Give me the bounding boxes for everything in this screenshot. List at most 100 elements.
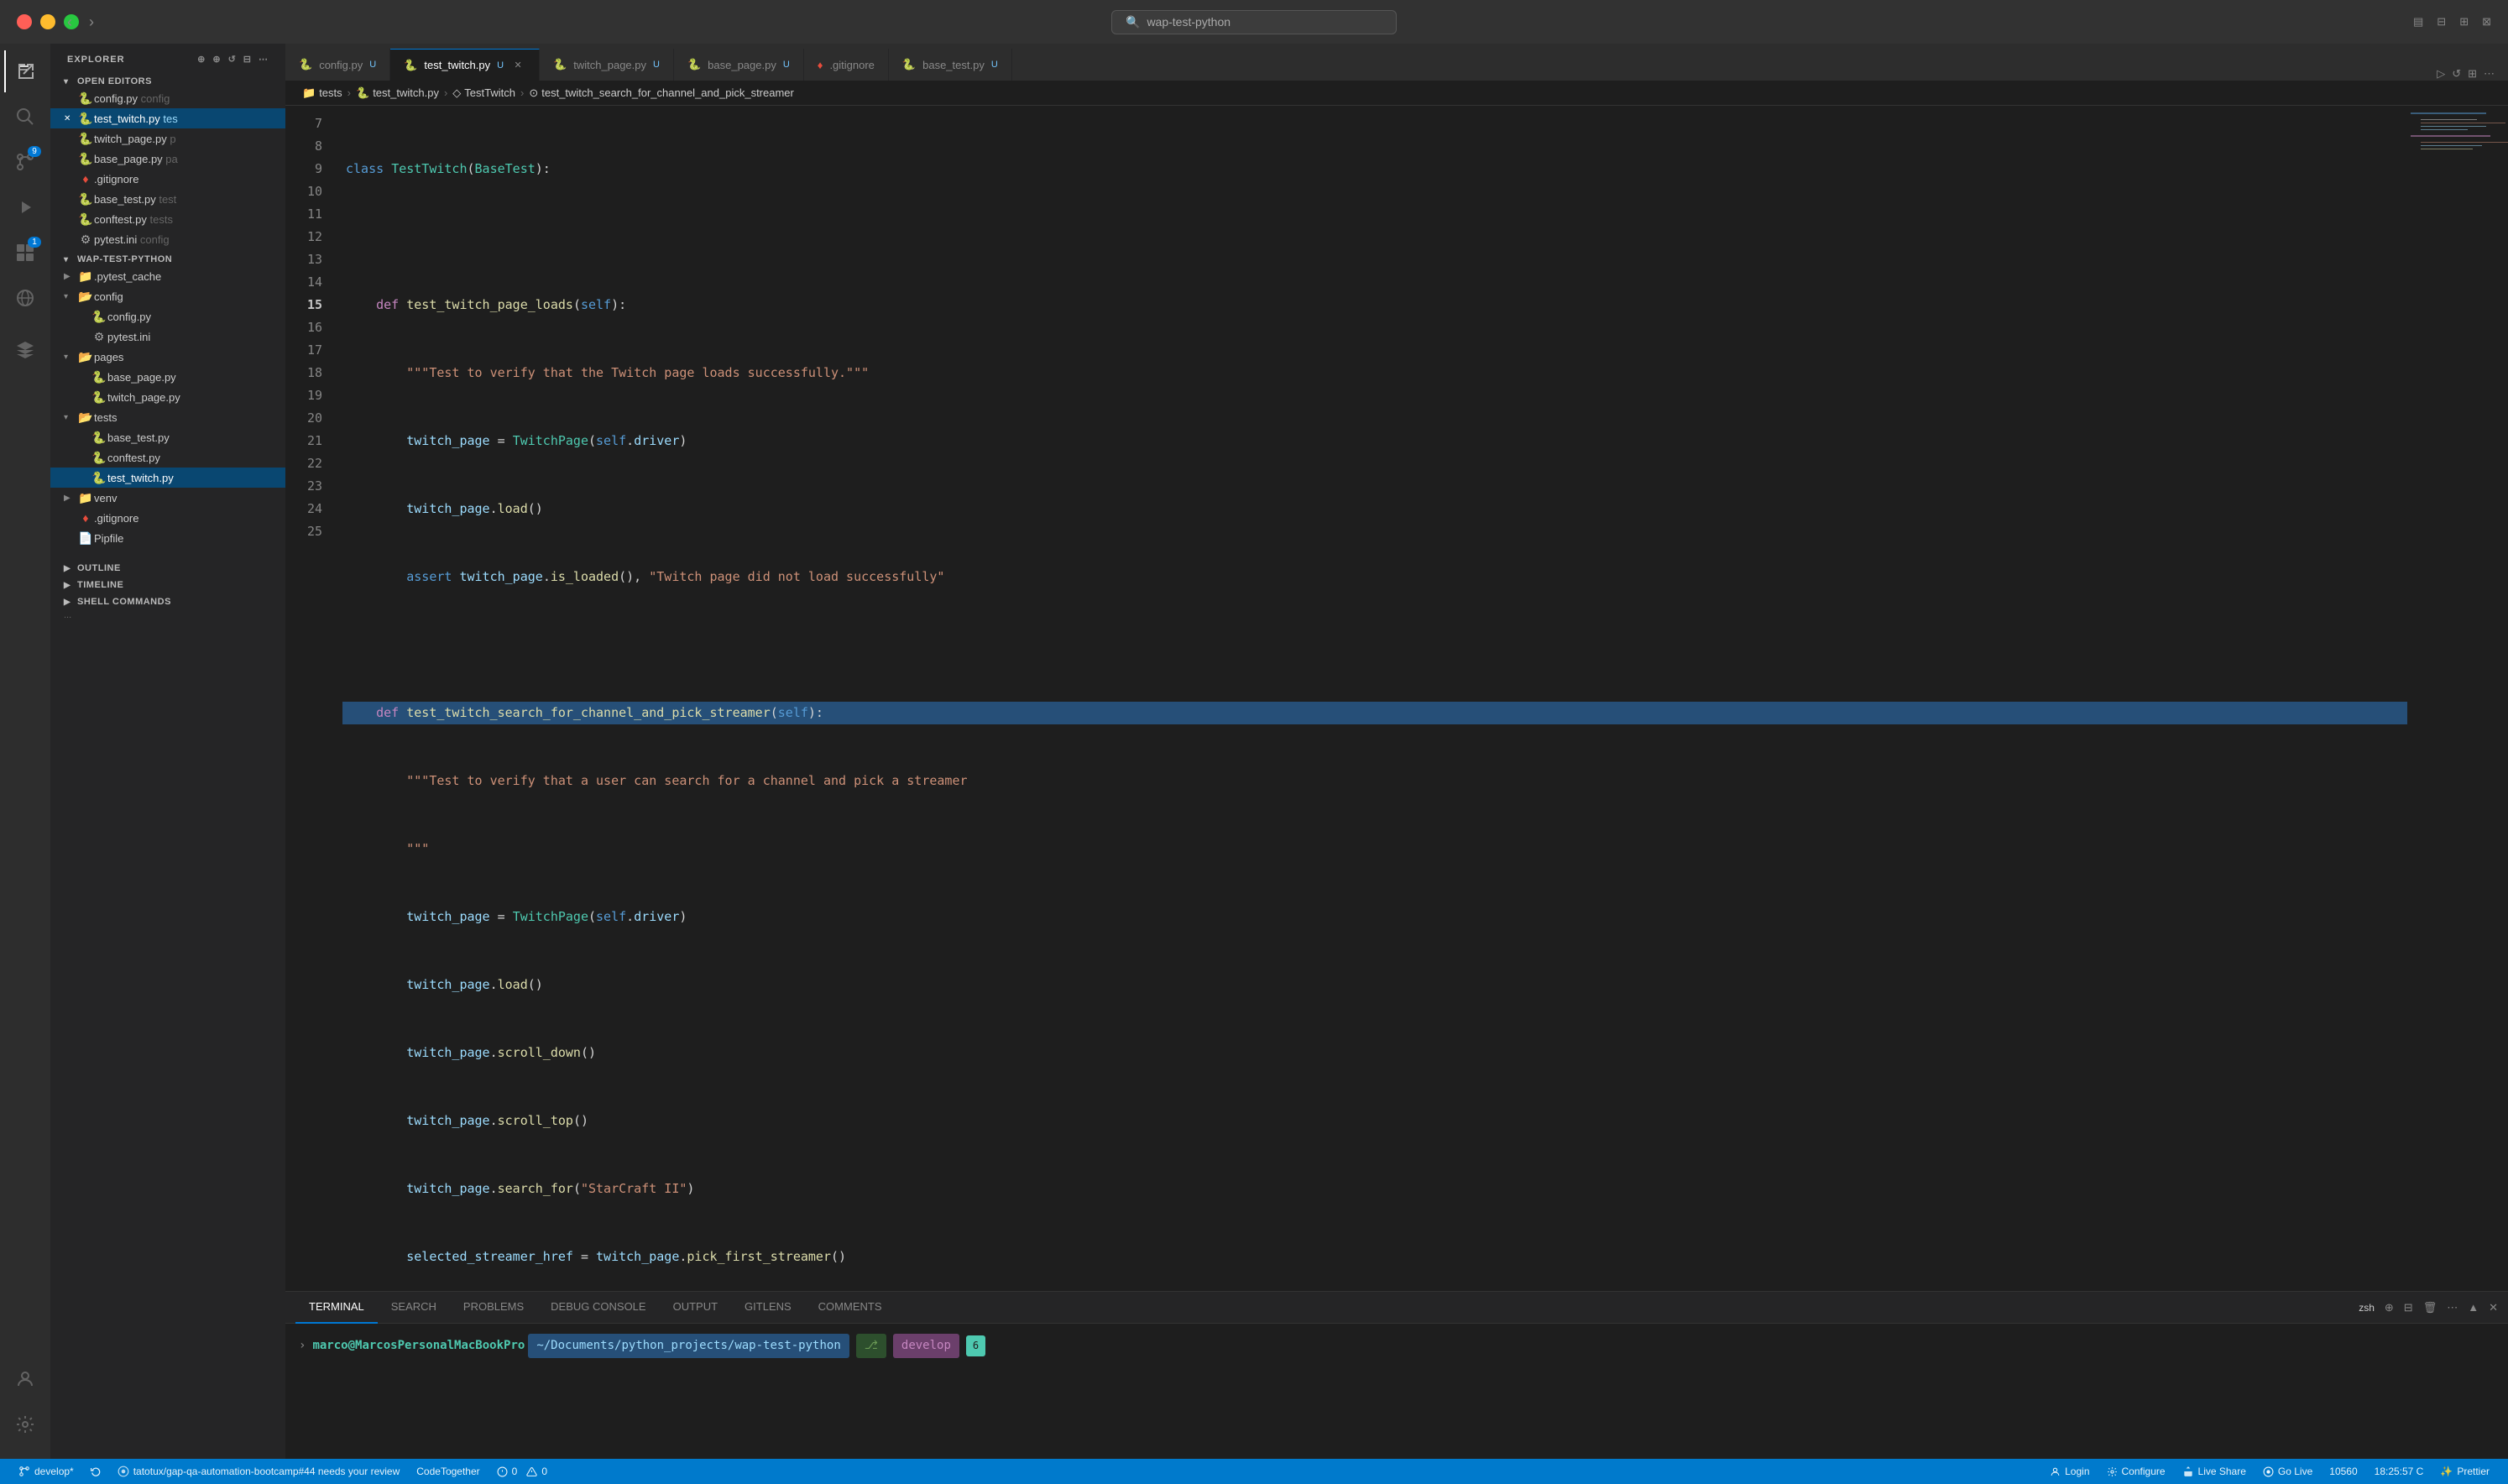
panel-tab-terminal[interactable]: TERMINAL xyxy=(295,1292,378,1324)
terminal-content[interactable]: › marco@MarcosPersonalMacBookPro ~/Docum… xyxy=(285,1330,2508,1361)
panel-tab-output[interactable]: OUTPUT xyxy=(660,1292,731,1324)
titlebar-actions[interactable]: ▤ ⊟ ⊞ ⊠ xyxy=(2413,15,2491,29)
root-section[interactable]: ▾ WAP-TEST-PYTHON xyxy=(50,249,285,266)
editor-actions[interactable]: ▷ ↺ ⊞ ⋯ xyxy=(2437,67,2508,81)
activity-icon-extensions[interactable]: 1 xyxy=(4,232,46,274)
breadcrumb-class[interactable]: ◇ TestTwitch xyxy=(452,86,515,100)
terminal-branch: develop xyxy=(893,1334,959,1358)
activity-icon-account[interactable] xyxy=(4,1358,46,1400)
open-editor-config[interactable]: 🐍 config.py config xyxy=(50,88,285,108)
open-editor-twitch-page[interactable]: 🐍 twitch_page.py p xyxy=(50,128,285,149)
open-editors-section[interactable]: ▾ OPEN EDITORS xyxy=(50,71,285,88)
breadcrumb-file[interactable]: 🐍 test_twitch.py xyxy=(356,86,439,100)
kill-terminal-icon[interactable]: 🗑 xyxy=(2423,1301,2437,1314)
tab-close-button[interactable]: ✕ xyxy=(510,58,525,73)
tree-test-twitch-py[interactable]: 🐍 test_twitch.py xyxy=(50,468,285,488)
status-sync[interactable] xyxy=(82,1466,109,1476)
timeline-section[interactable]: ▶ TIMELINE xyxy=(50,575,285,592)
open-editor-pytest[interactable]: ⚙ pytest.ini config xyxy=(50,229,285,249)
activity-icon-settings[interactable] xyxy=(4,1403,46,1445)
status-live-share[interactable]: Live Share xyxy=(2174,1466,2255,1477)
more-actions-icon[interactable]: ⋯ xyxy=(2484,67,2495,81)
tree-base-page-py[interactable]: 🐍 base_page.py xyxy=(50,367,285,387)
activity-icon-run[interactable] xyxy=(4,186,46,228)
more-icon[interactable]: ⋯ xyxy=(259,54,269,65)
activity-icon-explorer[interactable] xyxy=(4,50,46,92)
outline-section[interactable]: ▶ OUTLINE xyxy=(50,558,285,575)
layout-icon-4[interactable]: ⊠ xyxy=(2482,15,2491,29)
titlebar-search[interactable]: 🔍 wap-test-python xyxy=(1111,10,1397,34)
status-errors[interactable]: 0 0 xyxy=(489,1466,556,1477)
tab-config[interactable]: 🐍 config.py U xyxy=(285,49,390,81)
tree-pipfile[interactable]: 📄 Pipfile xyxy=(50,528,285,548)
panel-tab-gitlens[interactable]: GITLENS xyxy=(731,1292,805,1324)
status-branch[interactable]: develop* xyxy=(10,1466,82,1477)
panel-tab-debug[interactable]: DEBUG CONSOLE xyxy=(537,1292,659,1324)
layout-icon-3[interactable]: ⊞ xyxy=(2459,15,2469,29)
repo-label: tatotux/gap-qa-automation-bootcamp#44 ne… xyxy=(133,1466,400,1477)
close-panel-icon[interactable]: ✕ xyxy=(2489,1301,2498,1314)
tab-twitch-page[interactable]: 🐍 twitch_page.py U xyxy=(540,49,674,81)
open-editor-test-twitch[interactable]: ✕ 🐍 test_twitch.py tes xyxy=(50,108,285,128)
go-live-label: Go Live xyxy=(2278,1466,2312,1477)
breadcrumb-method[interactable]: ⊙ test_twitch_search_for_channel_and_pic… xyxy=(529,86,794,100)
panel-tab-search[interactable]: SEARCH xyxy=(378,1292,450,1324)
tab-base-page[interactable]: 🐍 base_page.py U xyxy=(674,49,804,81)
activity-icon-source-control[interactable]: 9 xyxy=(4,141,46,183)
tab-test-twitch[interactable]: 🐍 test_twitch.py U ✕ xyxy=(390,49,540,81)
tree-venv-folder[interactable]: ▶ 📁 venv xyxy=(50,488,285,508)
open-editor-base-test[interactable]: 🐍 base_test.py test xyxy=(50,189,285,209)
back-arrow[interactable]: ‹ xyxy=(67,13,72,31)
status-login[interactable]: Login xyxy=(2041,1466,2098,1477)
open-editor-base-page[interactable]: 🐍 base_page.py pa xyxy=(50,149,285,169)
status-repo[interactable]: tatotux/gap-qa-automation-bootcamp#44 ne… xyxy=(109,1466,409,1477)
layout-icon-1[interactable]: ▤ xyxy=(2413,15,2423,29)
new-file-icon[interactable]: ⊕ xyxy=(197,54,206,65)
panel-tab-problems[interactable]: PROBLEMS xyxy=(450,1292,537,1324)
tree-conftest-py[interactable]: 🐍 conftest.py xyxy=(50,447,285,468)
open-editor-gitignore[interactable]: ♦ .gitignore xyxy=(50,169,285,189)
code-editor[interactable]: class TestTwitch(BaseTest): def test_twi… xyxy=(336,106,2407,1291)
history-icon[interactable]: ↺ xyxy=(2452,67,2461,81)
tree-pytest-ini[interactable]: ⚙ pytest.ini xyxy=(50,327,285,347)
activity-icon-search[interactable] xyxy=(4,96,46,138)
status-prettier[interactable]: ✨ Prettier xyxy=(2432,1466,2498,1477)
tree-twitch-page-py[interactable]: 🐍 twitch_page.py xyxy=(50,387,285,407)
status-codetogether[interactable]: CodeTogether xyxy=(408,1466,488,1477)
tab-gitignore[interactable]: ♦ .gitignore xyxy=(804,49,889,81)
tree-base-test-py[interactable]: 🐍 base_test.py xyxy=(50,427,285,447)
status-configure[interactable]: Configure xyxy=(2098,1466,2174,1477)
tree-pytest-cache[interactable]: ▶ 📁 .pytest_cache xyxy=(50,266,285,286)
status-go-live[interactable]: Go Live xyxy=(2255,1466,2321,1477)
breadcrumb-tests[interactable]: 📁 tests xyxy=(302,86,342,100)
close-button[interactable] xyxy=(17,14,32,29)
open-editor-conftest[interactable]: 🐍 conftest.py tests xyxy=(50,209,285,229)
run-icon[interactable]: ▷ xyxy=(2437,67,2445,81)
minimize-button[interactable] xyxy=(40,14,55,29)
split-terminal-icon[interactable]: ⊟ xyxy=(2404,1301,2413,1314)
tree-config-folder[interactable]: ▾ 📂 config xyxy=(50,286,285,306)
nav-arrows[interactable]: ‹ › xyxy=(67,13,94,31)
activity-icon-gitlens[interactable] xyxy=(4,329,46,371)
refresh-icon[interactable]: ↺ xyxy=(228,54,237,65)
panel-actions[interactable]: zsh ⊕ ⊟ 🗑 ⋯ ▲ ✕ xyxy=(2359,1301,2498,1314)
layout-icon-2[interactable]: ⊟ xyxy=(2437,15,2446,29)
new-terminal-icon[interactable]: ⊕ xyxy=(2385,1301,2394,1314)
maximize-panel-icon[interactable]: ▲ xyxy=(2468,1301,2479,1314)
more-options[interactable]: ... xyxy=(50,609,285,622)
shell-commands-section[interactable]: ▶ SHELL COMMANDS xyxy=(50,592,285,609)
forward-arrow[interactable]: › xyxy=(89,13,94,31)
tree-gitignore[interactable]: ♦ .gitignore xyxy=(50,508,285,528)
tree-config-py[interactable]: 🐍 config.py xyxy=(50,306,285,327)
panel-tab-comments[interactable]: COMMENTS xyxy=(805,1292,896,1324)
collapse-icon[interactable]: ⊟ xyxy=(243,54,252,65)
new-folder-icon[interactable]: ⊕ xyxy=(212,54,221,65)
status-cursor[interactable]: 10560 xyxy=(2321,1466,2365,1477)
tab-base-test[interactable]: 🐍 base_test.py U xyxy=(889,49,1012,81)
more-terminal-icon[interactable]: ⋯ xyxy=(2447,1301,2458,1314)
split-icon[interactable]: ⊞ xyxy=(2468,67,2477,81)
sidebar-header-icons[interactable]: ⊕ ⊕ ↺ ⊟ ⋯ xyxy=(197,54,269,65)
tree-tests-folder[interactable]: ▾ 📂 tests xyxy=(50,407,285,427)
tree-pages-folder[interactable]: ▾ 📂 pages xyxy=(50,347,285,367)
activity-icon-remote[interactable] xyxy=(4,277,46,319)
